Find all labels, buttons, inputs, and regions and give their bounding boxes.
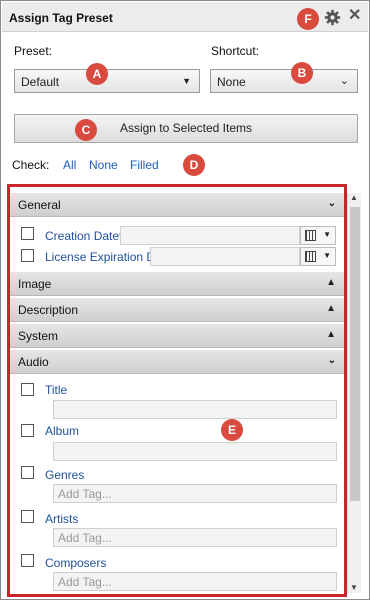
check-all-link[interactable]: All	[63, 158, 76, 172]
preset-select-value: Default	[21, 75, 60, 89]
caret-down-icon: ▼	[182, 76, 191, 86]
chevron-down-icon: ⌄	[339, 75, 349, 87]
check-none-link[interactable]: None	[89, 158, 118, 172]
scrollbar-thumb[interactable]	[350, 207, 360, 501]
scroll-down-icon[interactable]: ▼	[350, 583, 358, 592]
shortcut-select[interactable]: None ⌄	[210, 69, 358, 93]
callout-badge-f: F	[297, 8, 319, 30]
callout-badge-c: C	[75, 119, 97, 141]
gear-icon[interactable]	[324, 9, 341, 26]
shortcut-select-value: None	[217, 75, 246, 89]
check-filled-link[interactable]: Filled	[130, 158, 159, 172]
callout-badge-b: B	[291, 62, 313, 84]
check-label: Check:	[12, 158, 50, 172]
highlight-frame	[7, 184, 347, 597]
shortcut-label: Shortcut:	[211, 44, 260, 58]
close-icon[interactable]: ✕	[348, 8, 361, 24]
assign-tag-preset-panel: Assign Tag Preset ✕ Preset: Shortcut: De…	[0, 0, 370, 600]
callout-badge-a: A	[86, 63, 108, 85]
scrollbar[interactable]: ▲ ▼	[347, 193, 361, 593]
assign-to-selected-button[interactable]: Assign to Selected Items	[14, 114, 358, 143]
scroll-up-icon[interactable]: ▲	[350, 193, 358, 202]
preset-label: Preset:	[14, 44, 53, 58]
callout-badge-e: E	[221, 419, 243, 441]
callout-badge-d: D	[183, 154, 205, 176]
window-title: Assign Tag Preset	[9, 11, 113, 25]
